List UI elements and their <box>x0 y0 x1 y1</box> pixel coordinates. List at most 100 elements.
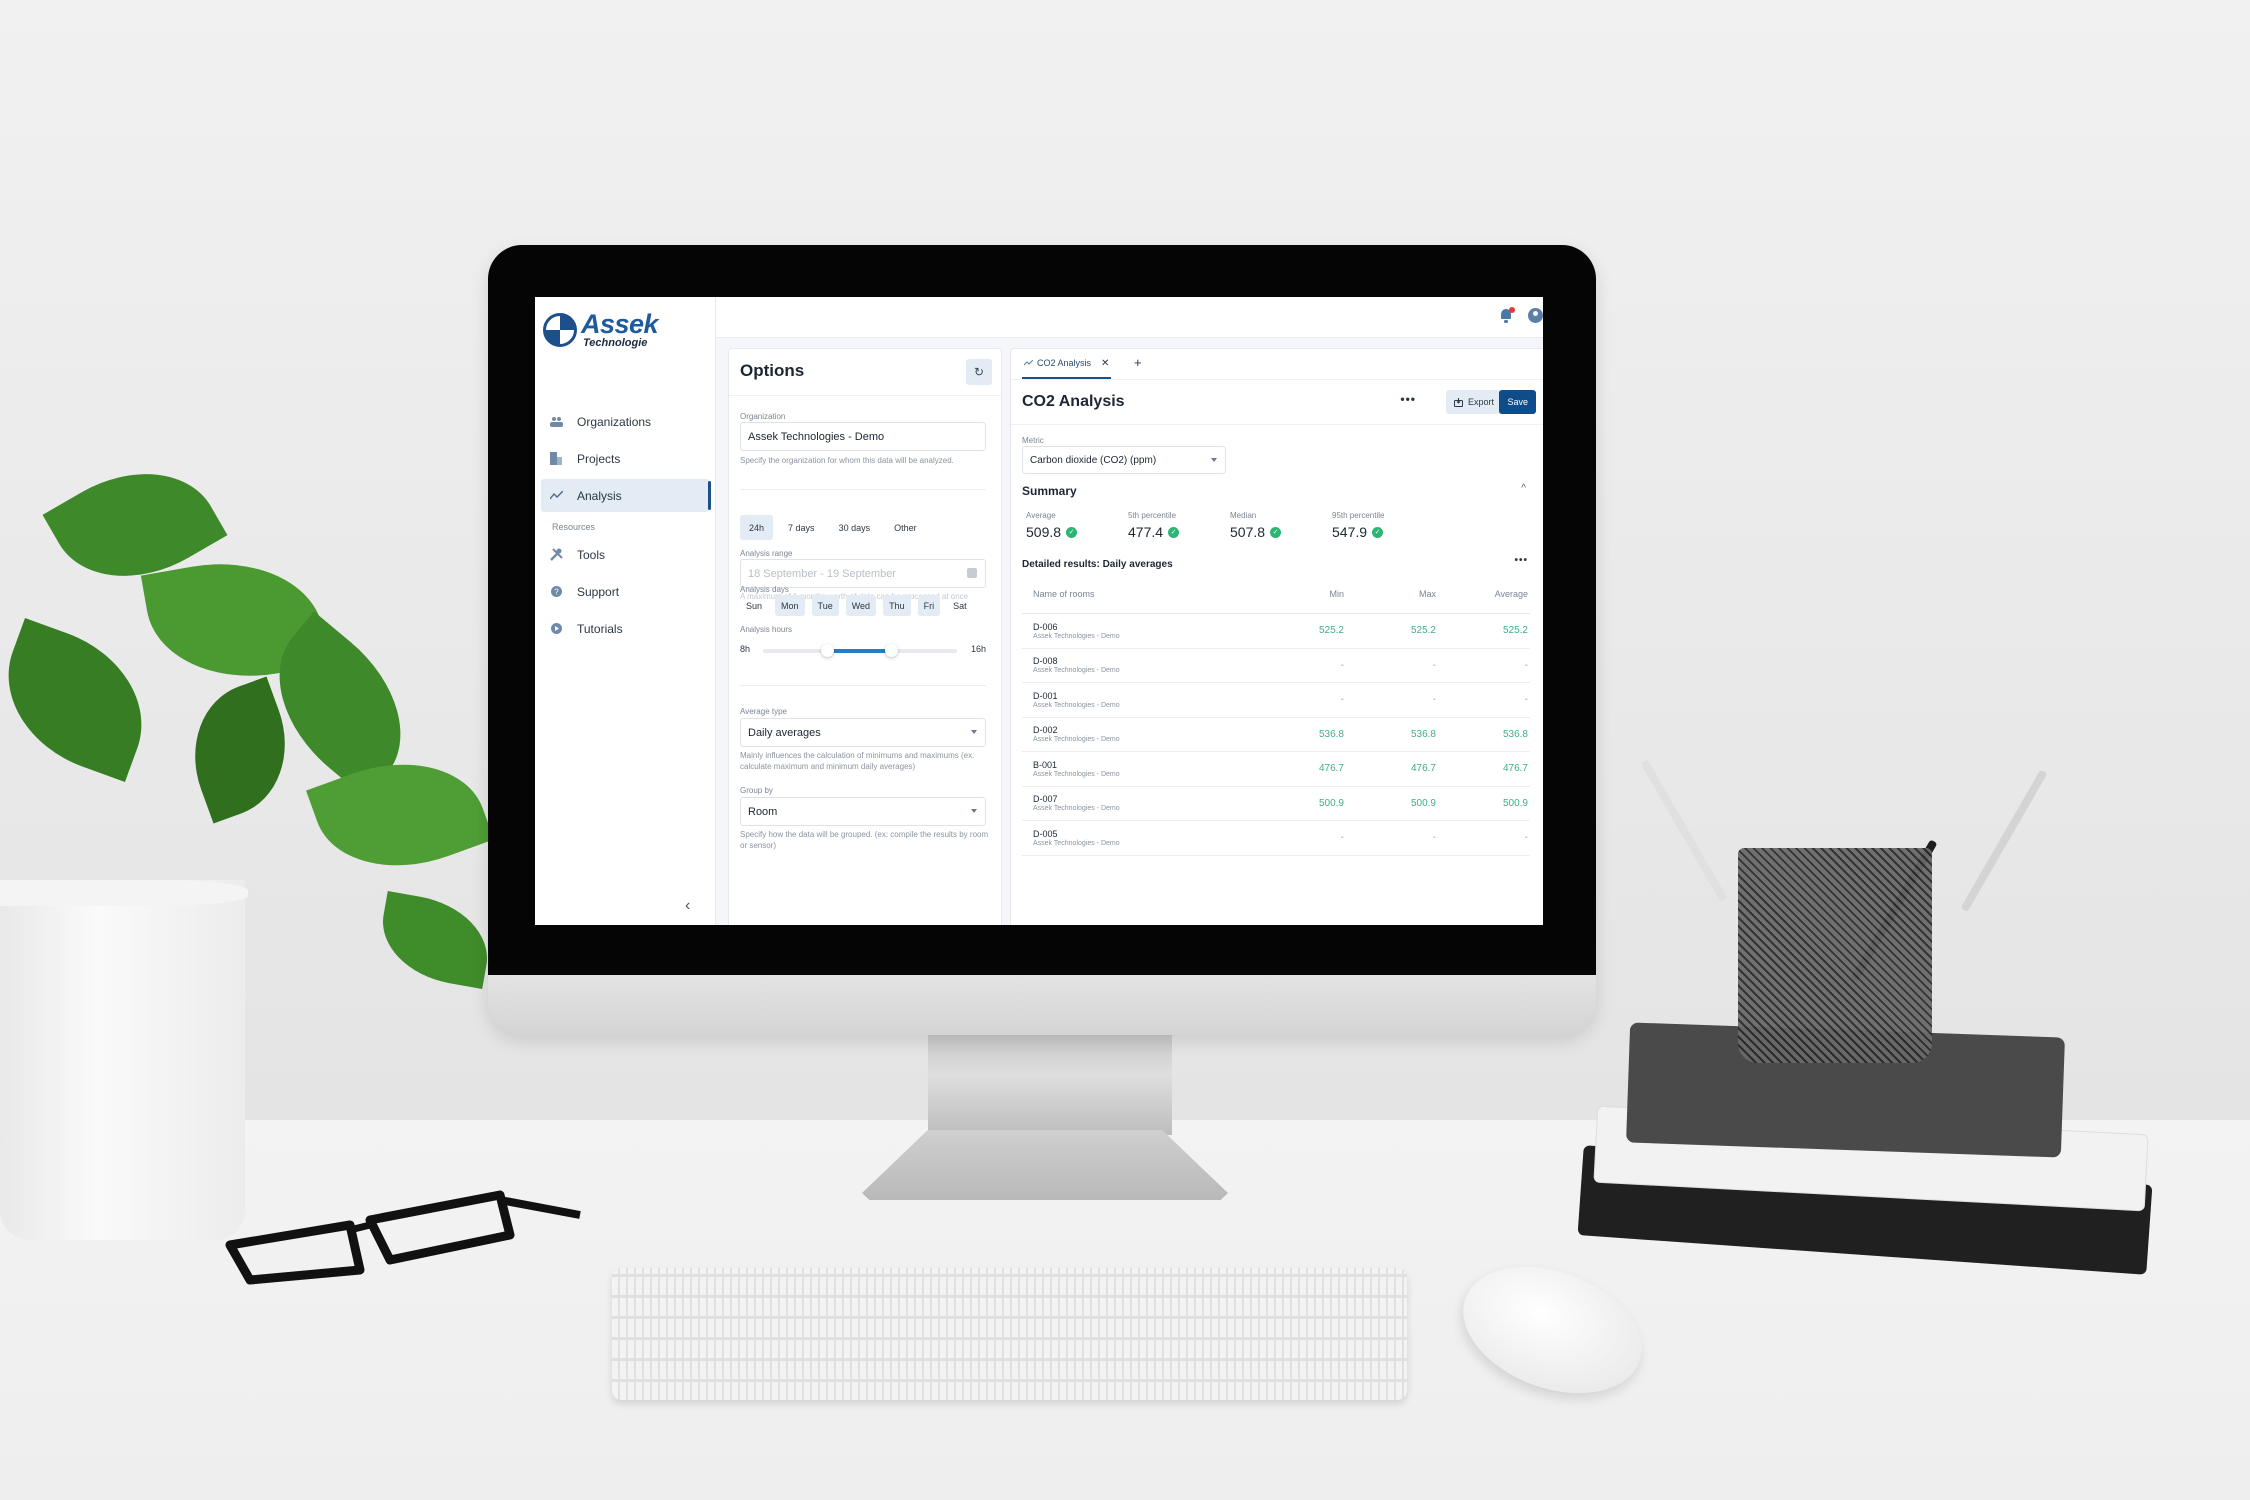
options-title: Options <box>740 361 805 380</box>
analysis-range-value: 18 September - 19 September <box>748 567 896 580</box>
analysis-range-field[interactable]: 18 September - 19 September <box>740 559 986 588</box>
table-row[interactable]: D-002 Assek Technologies - Demo 536.8 536.8… <box>1022 718 1530 752</box>
room-cell: D-006 Assek Technologies - Demo <box>1022 622 1252 640</box>
table-row[interactable]: B-001 Assek Technologies - Demo 476.7 476.7… <box>1022 752 1530 787</box>
sidebar-item-tools[interactable]: Tools <box>541 538 709 571</box>
divider <box>740 685 986 686</box>
room-name: D-006 <box>1033 621 1058 632</box>
day-toggle-thu[interactable]: Thu <box>883 595 911 616</box>
room-cell: D-007 Assek Technologies - Demo <box>1022 794 1252 812</box>
column-header-max[interactable]: Max <box>1344 589 1436 599</box>
room-organization: Assek Technologies - Demo <box>1033 701 1120 709</box>
table-row[interactable]: D-008 Assek Technologies - Demo - - - <box>1022 649 1530 683</box>
tab-co2-analysis[interactable]: CO2 Analysis ✕ <box>1022 349 1112 379</box>
export-icon <box>1453 397 1463 407</box>
slider-thumb-end[interactable] <box>885 644 899 657</box>
max-cell: - <box>1432 694 1436 706</box>
average-type-select[interactable]: Daily averages <box>740 718 986 747</box>
keyboard <box>612 1268 1407 1400</box>
collapse-summary-chevron-up-icon[interactable]: ^ <box>1521 483 1526 494</box>
check-circle-icon: ✓ <box>1168 526 1180 538</box>
max-cell: 476.7 <box>1410 763 1436 775</box>
hours-min-label: 8h <box>740 644 751 654</box>
organization-label: Organization <box>740 412 786 421</box>
collapse-sidebar-button[interactable]: ‹ <box>685 897 690 915</box>
analysis-range-label: Analysis range <box>740 549 793 558</box>
day-toggle-fri[interactable]: Fri <box>917 595 941 616</box>
add-tab-button[interactable]: + <box>1134 355 1142 370</box>
organization-value: Assek Technologies - Demo <box>748 430 885 443</box>
day-toggle-sat[interactable]: Sat <box>947 595 973 616</box>
save-button[interactable]: Save <box>1499 390 1536 414</box>
day-toggle-wed[interactable]: Wed <box>845 595 877 616</box>
user-avatar-button[interactable] <box>1528 308 1543 323</box>
metric-select[interactable]: Carbon dioxide (CO2) (ppm) <box>1022 446 1226 474</box>
table-row[interactable]: D-007 Assek Technologies - Demo 500.9 500.9… <box>1022 787 1530 821</box>
average-cell: 476.7 <box>1502 763 1528 775</box>
sidebar-item-projects[interactable]: Projects <box>541 442 709 475</box>
sidebar-item-label: Projects <box>577 451 621 466</box>
refresh-button[interactable]: ↻ <box>966 359 992 385</box>
caret-down-icon <box>1211 458 1217 462</box>
analysis-panel: CO2 Analysis ✕ + CO2 Analysis ••• Export… <box>1010 348 1543 925</box>
max-cell: - <box>1432 659 1436 671</box>
period-tab-30-days[interactable]: 30 days <box>830 515 880 540</box>
period-tab-other[interactable]: Other <box>885 515 926 540</box>
day-toggle-sun[interactable]: Sun <box>740 595 768 616</box>
sidebar-item-label: Support <box>577 584 620 599</box>
max-cell: 500.9 <box>1410 797 1436 809</box>
plant-pot <box>0 880 245 1240</box>
svg-text:?: ? <box>554 588 559 597</box>
table-row[interactable]: D-005 Assek Technologies - Demo - - - <box>1022 821 1530 856</box>
more-options-button[interactable]: ••• <box>1400 392 1416 406</box>
refresh-icon: ↻ <box>973 365 985 379</box>
stat-label: 5th percentile <box>1128 511 1177 520</box>
sidebar-item-label: Tools <box>577 547 606 562</box>
group-by-select[interactable]: Room <box>740 797 986 826</box>
stat-value: 477.4 <box>1128 524 1164 540</box>
column-header-min[interactable]: Min <box>1252 589 1344 599</box>
organization-field[interactable]: Assek Technologies - Demo <box>740 422 986 451</box>
analysis-hours-label: Analysis hours <box>740 625 793 634</box>
max-cell: 525.2 <box>1410 625 1436 637</box>
day-toggle-mon[interactable]: Mon <box>775 595 805 616</box>
table-more-options-button[interactable]: ••• <box>1514 555 1528 566</box>
close-tab-icon[interactable]: ✕ <box>1101 358 1109 369</box>
metric-value: Carbon dioxide (CO2) (ppm) <box>1030 454 1157 466</box>
stat-value: 507.8 <box>1230 524 1266 540</box>
column-header-average[interactable]: Average <box>1436 589 1528 599</box>
options-panel: Options ↻ Organization Assek Technologie… <box>728 348 1002 925</box>
period-tab-24h[interactable]: 24h <box>740 515 774 540</box>
room-organization: Assek Technologies - Demo <box>1033 805 1120 813</box>
notifications-button[interactable] <box>1499 307 1515 323</box>
stat-value: 547.9 <box>1332 524 1368 540</box>
room-organization: Assek Technologies - Demo <box>1033 736 1120 744</box>
day-toggle-tue[interactable]: Tue <box>811 595 839 616</box>
tab-label: CO2 Analysis <box>1037 358 1092 368</box>
help-circle-icon: ? <box>549 585 563 599</box>
sidebar-item-organizations[interactable]: Organizations <box>541 405 709 438</box>
caret-down-icon <box>971 809 977 813</box>
sidebar-item-analysis[interactable]: Analysis <box>541 479 711 512</box>
average-cell: 536.8 <box>1502 728 1528 740</box>
monitor-chin <box>488 975 1596 1035</box>
sidebar-item-tutorials[interactable]: Tutorials <box>541 612 709 645</box>
sidebar-item-label: Organizations <box>577 414 652 429</box>
sidebar: Assek Technologie Organizations Projects <box>535 297 716 925</box>
period-tab-7-days[interactable]: 7 days <box>779 515 824 540</box>
slider-track[interactable] <box>763 644 957 657</box>
min-cell: 476.7 <box>1318 763 1344 775</box>
table-row[interactable]: D-006 Assek Technologies - Demo 525.2 525.2… <box>1022 614 1530 649</box>
slider-thumb-start[interactable] <box>821 644 835 657</box>
analysis-hours-slider: 8h 16h <box>740 643 986 659</box>
sidebar-item-support[interactable]: ? Support <box>541 575 709 608</box>
chevron-left-icon: ‹ <box>685 897 691 914</box>
export-button[interactable]: Export <box>1445 390 1502 414</box>
column-header-name[interactable]: Name of rooms <box>1022 589 1252 599</box>
brand-logo[interactable]: Assek Technologie <box>543 311 659 349</box>
max-cell: - <box>1432 832 1436 844</box>
table-row[interactable]: D-001 Assek Technologies - Demo - - - <box>1022 683 1530 718</box>
room-name: D-008 <box>1033 656 1058 667</box>
organization-hint: Specify the organization for whom this d… <box>740 456 954 465</box>
summary-stats: Average 509.8 ✓ 5th percentile 477.4 ✓ Med… <box>1026 511 1434 540</box>
